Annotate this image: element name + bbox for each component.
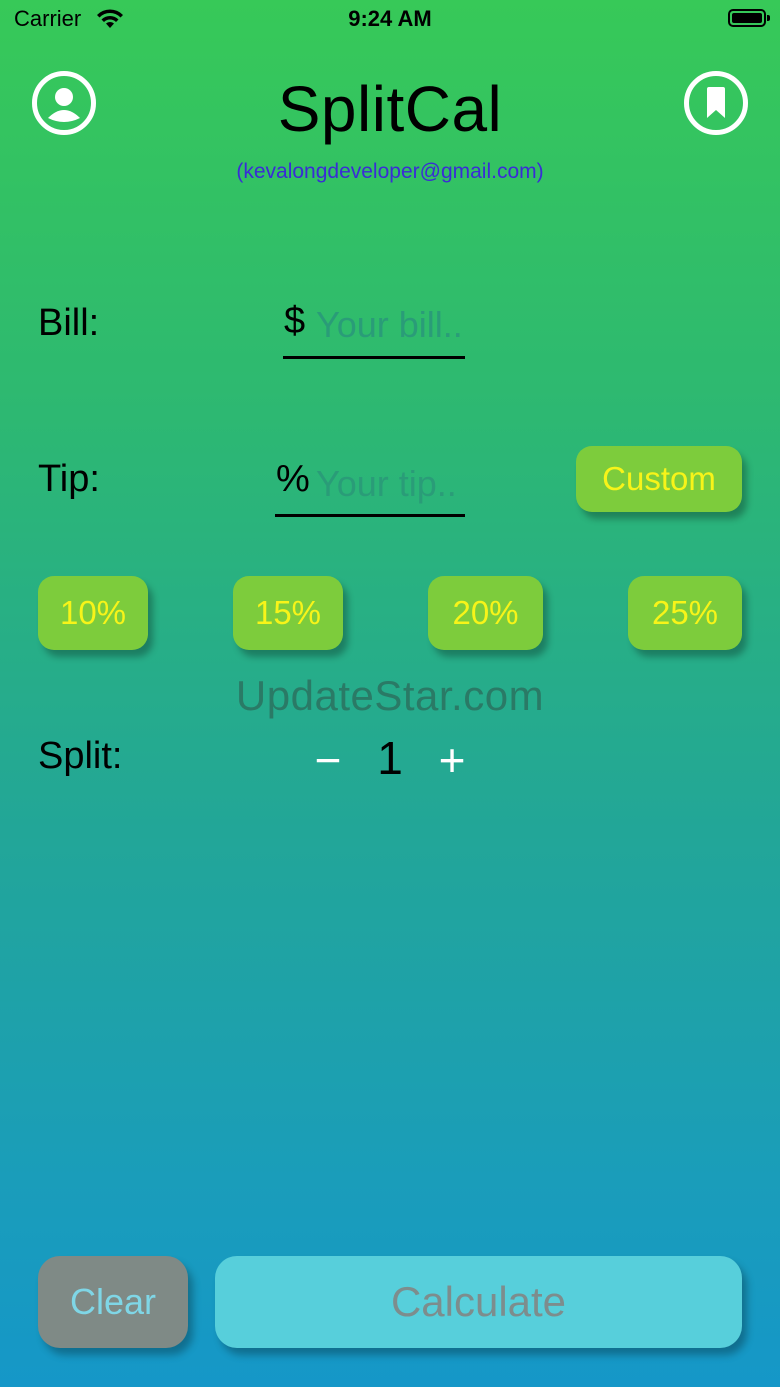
bill-input[interactable] xyxy=(316,303,464,347)
tip-preset-20-button[interactable]: 20% xyxy=(428,576,543,650)
clear-button[interactable]: Clear xyxy=(38,1256,188,1348)
tip-preset-10-button[interactable]: 10% xyxy=(38,576,148,650)
tip-label: Tip: xyxy=(38,458,100,500)
custom-tip-button[interactable]: Custom xyxy=(576,446,742,512)
percent-prefix: % xyxy=(276,458,310,500)
split-count: 1 xyxy=(377,732,403,784)
calculate-button[interactable]: Calculate xyxy=(215,1256,742,1348)
tip-preset-15-button[interactable]: 15% xyxy=(233,576,343,650)
developer-email[interactable]: (kevalongdeveloper@gmail.com) xyxy=(0,160,780,184)
watermark-text: UpdateStar.com xyxy=(235,672,545,719)
split-decrement-button[interactable]: − xyxy=(306,733,350,787)
bookmark-button[interactable] xyxy=(684,71,748,135)
tip-input-underline xyxy=(275,514,465,517)
tip-preset-25-button[interactable]: 25% xyxy=(628,576,742,650)
bill-input-underline xyxy=(283,356,465,359)
bill-label: Bill: xyxy=(38,302,100,344)
app-title: SplitCal xyxy=(277,73,503,145)
tip-input[interactable] xyxy=(316,462,464,506)
status-time: 9:24 AM xyxy=(348,6,432,31)
battery-icon xyxy=(728,9,770,27)
split-increment-button[interactable]: + xyxy=(428,733,476,787)
split-label: Split: xyxy=(38,735,123,777)
currency-prefix: $ xyxy=(284,300,306,342)
bookmark-icon xyxy=(707,87,725,118)
